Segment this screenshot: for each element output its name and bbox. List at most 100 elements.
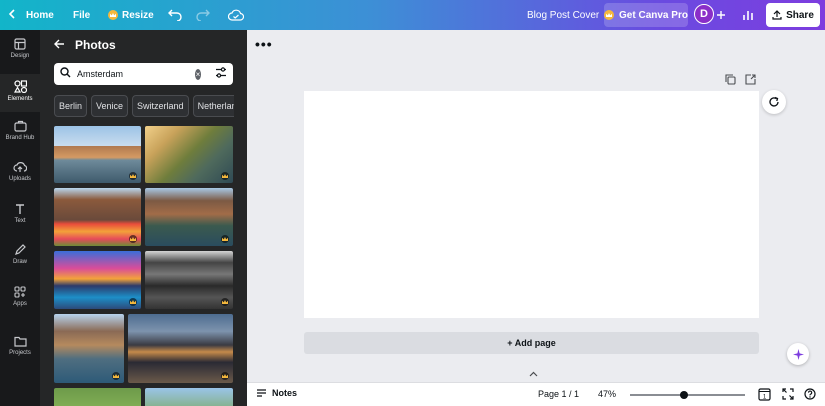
filter-icon[interactable] [215, 67, 227, 81]
photo-thumbnail[interactable] [128, 314, 233, 383]
magic-assistant-button[interactable] [787, 343, 809, 365]
bar-chart-icon [743, 11, 753, 20]
undo-icon [168, 9, 182, 21]
rail-item-uploads[interactable]: Uploads [0, 161, 40, 193]
rail-label: Draw [12, 259, 27, 265]
page-grid-button[interactable]: 1 [758, 388, 771, 404]
chevron-left-icon [8, 8, 16, 22]
rail-item-elements[interactable]: Elements [0, 74, 40, 112]
expand-icon [782, 388, 794, 400]
crown-icon [604, 10, 615, 20]
zoom-level[interactable]: 47% [598, 389, 616, 399]
file-label: File [73, 9, 91, 21]
draw-icon [15, 244, 26, 255]
notes-icon [257, 389, 266, 397]
add-page-icon[interactable] [745, 74, 756, 88]
search-icon [60, 67, 71, 81]
chip-netherlands[interactable]: Netherlands [192, 95, 234, 117]
text-icon [16, 204, 24, 214]
photo-thumbnail[interactable] [54, 126, 141, 183]
crown-icon [108, 10, 118, 20]
brand-hub-icon [13, 120, 27, 132]
pages-icon: 1 [758, 388, 771, 401]
help-icon [804, 388, 816, 400]
rail-label: Apps [13, 301, 27, 307]
premium-crown-icon [129, 172, 137, 180]
chip-switzerland[interactable]: Switzerland [132, 95, 189, 117]
get-pro-label: Get Canva Pro [619, 9, 688, 21]
invite-plus-button[interactable] [716, 0, 726, 30]
rail-label: Uploads [8, 176, 31, 182]
ai-refresh-button[interactable] [762, 90, 786, 114]
chip-berlin[interactable]: Berlin [54, 95, 88, 117]
premium-crown-icon [221, 298, 229, 306]
share-label: Share [786, 9, 814, 21]
zoom-slider[interactable] [630, 391, 745, 399]
suggestion-chips: BerlinVeniceSwitzerlandNetherlands [54, 95, 234, 117]
duplicate-page-icon[interactable] [725, 74, 736, 88]
back-arrow-icon[interactable] [54, 38, 65, 52]
rail-label: Text [14, 218, 26, 224]
photos-panel: Photos × BerlinVeniceSwitzerlandNetherla… [40, 30, 247, 406]
rail-label: Design [10, 53, 30, 59]
rail-item-design[interactable]: Design [0, 38, 40, 70]
rail-label: Projects [9, 350, 31, 356]
fullscreen-button[interactable] [782, 388, 794, 403]
premium-crown-icon [221, 372, 229, 380]
insights-button[interactable] [742, 0, 754, 30]
home-button[interactable]: Home [8, 0, 54, 30]
share-button[interactable]: Share [766, 3, 820, 27]
clear-search-icon[interactable]: × [195, 68, 201, 80]
photo-thumbnail[interactable] [54, 251, 141, 309]
refresh-icon [769, 96, 779, 107]
plus-icon [717, 11, 725, 19]
photo-thumbnail[interactable] [145, 251, 233, 309]
panel-title: Photos [75, 38, 116, 52]
photo-thumbnail[interactable] [54, 314, 124, 383]
sparkle-icon [792, 348, 804, 360]
photo-thumbnail[interactable] [54, 188, 141, 246]
rail-item-text[interactable]: Text [0, 203, 40, 235]
page-indicator[interactable]: Page 1 / 1 [538, 389, 579, 399]
elements-icon [13, 80, 27, 93]
photo-thumbnail[interactable] [54, 388, 141, 406]
zoom-slider-handle[interactable] [680, 391, 688, 399]
canvas-area: ••• + Add page [247, 30, 825, 382]
document-title[interactable]: Blog Post Cover [527, 0, 599, 30]
rail-item-apps[interactable]: Apps [0, 286, 40, 318]
premium-crown-icon [221, 172, 229, 180]
notes-button[interactable]: Notes [256, 388, 297, 398]
resize-label: Resize [122, 9, 154, 21]
redo-button[interactable] [196, 0, 210, 30]
avatar[interactable]: D [694, 4, 714, 24]
projects-icon [13, 336, 27, 347]
premium-crown-icon [221, 235, 229, 243]
rail-item-brand-hub[interactable]: Brand Hub [0, 120, 40, 152]
search-input[interactable] [77, 69, 189, 79]
rail-item-draw[interactable]: Draw [0, 244, 40, 276]
get-canva-pro-button[interactable]: Get Canva Pro [604, 3, 688, 27]
rail-label: Elements [7, 96, 33, 102]
file-menu-button[interactable]: File [73, 0, 90, 30]
home-label: Home [26, 9, 54, 21]
undo-button[interactable] [168, 0, 182, 30]
design-page[interactable] [304, 91, 759, 318]
rail-item-projects[interactable]: Projects [0, 336, 40, 368]
photo-thumbnail[interactable] [145, 188, 233, 246]
save-status-button[interactable] [228, 0, 244, 30]
upload-icon [772, 10, 782, 20]
premium-crown-icon [112, 372, 120, 380]
more-options-icon[interactable]: ••• [255, 36, 273, 52]
redo-icon [196, 9, 210, 21]
photo-thumbnail[interactable] [145, 388, 233, 406]
left-rail: Design Elements Brand Hub Uploads Text D… [0, 30, 40, 406]
design-icon [14, 38, 26, 50]
help-button[interactable] [804, 388, 816, 403]
chevron-up-icon[interactable] [529, 370, 538, 379]
photo-thumbnail[interactable] [145, 126, 233, 183]
top-bar: Home File Resize Blog Post Cover Get Can… [0, 0, 825, 30]
search-box[interactable]: × [54, 63, 233, 85]
resize-button[interactable]: Resize [108, 0, 154, 30]
add-page-button[interactable]: + Add page [304, 332, 759, 354]
chip-venice[interactable]: Venice [91, 95, 129, 117]
